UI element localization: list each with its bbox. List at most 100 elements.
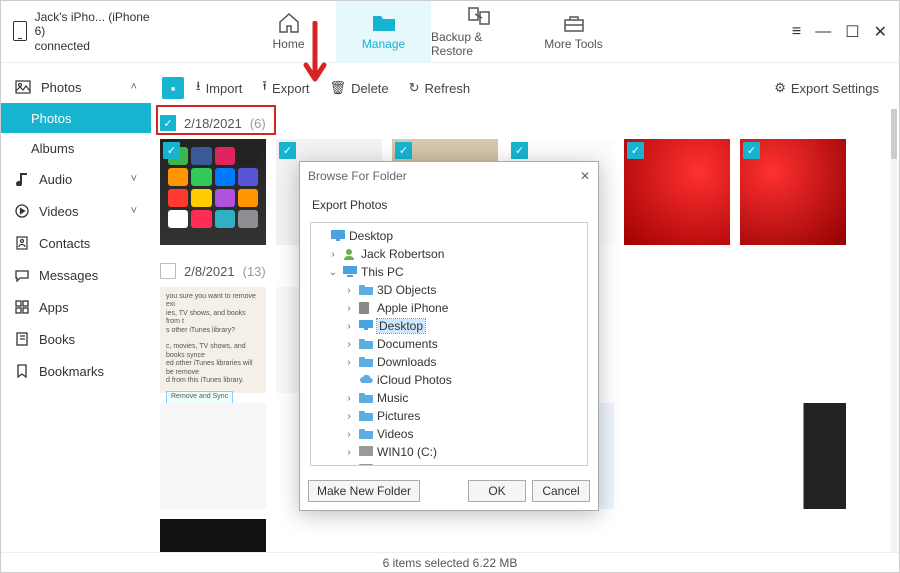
collapse-icon[interactable]: ⌄ (327, 267, 339, 278)
expand-icon[interactable]: › (343, 285, 355, 296)
import-icon: ⭳ (196, 77, 201, 99)
audio-icon (15, 172, 29, 186)
nav-backup[interactable]: Backup & Restore (431, 1, 526, 63)
scrollbar-thumb[interactable] (891, 109, 897, 159)
user-icon (343, 248, 357, 260)
sidebar-audio-label: Audio (39, 172, 72, 187)
minimize-button[interactable]: — (815, 23, 831, 41)
gear-icon: ⚙ (774, 80, 786, 96)
expand-icon[interactable]: › (343, 339, 355, 350)
export-button[interactable]: ⭱ Export (254, 74, 317, 102)
nav-manage[interactable]: Manage (336, 1, 431, 63)
close-button[interactable]: ✕ (874, 22, 887, 42)
folder-icon (359, 392, 373, 404)
group-date: 2/18/2021 (184, 116, 242, 131)
desktop-icon (331, 230, 345, 242)
select-all-checkbox[interactable]: ▪ (162, 77, 184, 99)
photo-thumbnail[interactable] (624, 403, 730, 509)
contacts-icon (15, 236, 29, 250)
drive-icon (359, 464, 373, 466)
expand-icon[interactable]: › (343, 321, 355, 332)
photo-thumbnail[interactable] (740, 403, 846, 509)
expand-icon[interactable]: › (343, 429, 355, 440)
folder-icon (371, 12, 397, 34)
expand-icon[interactable]: › (343, 303, 355, 314)
sidebar-bookmarks-label: Bookmarks (39, 364, 104, 379)
sidebar-item-messages[interactable]: Messages (1, 259, 151, 291)
dialog-subtitle: Export Photos (300, 190, 598, 216)
ok-button[interactable]: OK (468, 480, 526, 502)
photo-thumbnail[interactable]: ✓ (740, 139, 846, 245)
photo-thumbnail[interactable]: ✓ (624, 139, 730, 245)
check-icon: ✓ (395, 142, 412, 159)
sidebar-item-bookmarks[interactable]: Bookmarks (1, 355, 151, 387)
phone-icon (13, 21, 27, 41)
delete-button[interactable]: 🗑 Delete (322, 74, 397, 102)
photo-group-header[interactable]: ✓ 2/18/2021 (6) (156, 109, 893, 137)
group-checkbox-checked[interactable]: ✓ (160, 115, 176, 131)
check-icon: ✓ (163, 142, 180, 159)
sidebar-item-apps[interactable]: Apps (1, 291, 151, 323)
sidebar-sub-photos[interactable]: Photos (1, 103, 151, 133)
photo-thumbnail[interactable]: you sure you want to remove exiies, TV s… (160, 287, 266, 393)
sidebar-contacts-label: Contacts (39, 236, 90, 251)
photo-thumbnail[interactable] (160, 519, 266, 552)
group-date: 2/8/2021 (184, 264, 235, 279)
expand-icon[interactable]: › (343, 357, 355, 368)
books-icon (15, 332, 29, 346)
group-checkbox-unchecked[interactable] (160, 263, 176, 279)
cancel-button[interactable]: Cancel (532, 480, 590, 502)
import-button[interactable]: ⭳ Import (188, 74, 250, 102)
group-count: (13) (243, 264, 266, 279)
dialog-close-button[interactable]: ✕ (580, 169, 590, 183)
scrollbar[interactable] (891, 109, 897, 552)
cloud-icon (359, 374, 373, 386)
sidebar-sub-albums[interactable]: Albums (1, 133, 151, 163)
photos-icon (15, 80, 31, 94)
expand-icon[interactable]: › (343, 465, 355, 467)
make-new-folder-button[interactable]: Make New Folder (308, 480, 420, 502)
backup-icon (466, 5, 492, 27)
nav-tools-label: More Tools (544, 37, 602, 51)
expand-icon[interactable]: › (327, 249, 339, 260)
expand-icon[interactable]: › (343, 411, 355, 422)
folder-icon (359, 338, 373, 350)
photo-thumbnail[interactable] (740, 287, 846, 393)
folder-tree[interactable]: Desktop ›Jack Robertson ⌄This PC ›3D Obj… (310, 222, 588, 466)
bookmarks-icon (15, 364, 29, 378)
nav-backup-label: Backup & Restore (431, 30, 526, 58)
photo-thumbnail[interactable]: ✓ (160, 139, 266, 245)
phone-icon (359, 302, 373, 314)
check-icon: ✓ (627, 142, 644, 159)
expand-icon[interactable]: › (343, 393, 355, 404)
pc-icon (343, 266, 357, 278)
sidebar-photos-label: Photos (41, 80, 81, 95)
nav-home[interactable]: Home (241, 1, 336, 63)
trash-icon: 🗑 (330, 80, 347, 96)
status-text: 6 items selected 6.22 MB (383, 556, 518, 570)
sidebar-item-books[interactable]: Books (1, 323, 151, 355)
sidebar-apps-label: Apps (39, 300, 69, 315)
photo-thumbnail[interactable] (160, 403, 266, 509)
check-icon: ✓ (511, 142, 528, 159)
folder-icon (359, 410, 373, 422)
expand-icon[interactable]: › (343, 447, 355, 458)
nav-tools[interactable]: More Tools (526, 1, 621, 63)
sidebar-item-videos[interactable]: Videos ˅ (1, 195, 151, 227)
home-icon (276, 12, 302, 34)
device-name: Jack's iPho... (iPhone 6) (35, 10, 159, 39)
chevron-down-icon: ˅ (131, 205, 137, 217)
menu-icon[interactable]: ≡ (792, 23, 801, 41)
export-settings-button[interactable]: ⚙ Export Settings (766, 74, 887, 102)
sidebar-messages-label: Messages (39, 268, 98, 283)
drive-icon (359, 446, 373, 458)
maximize-button[interactable]: ☐ (845, 22, 859, 42)
sidebar-item-photos[interactable]: Photos ˄ (1, 71, 151, 103)
sidebar-item-audio[interactable]: Audio ˅ (1, 163, 151, 195)
photo-thumbnail[interactable] (624, 287, 730, 393)
apps-icon (15, 300, 29, 314)
chevron-up-icon: ˄ (131, 81, 137, 93)
refresh-button[interactable]: ↻ Refresh (401, 74, 478, 102)
sidebar-item-contacts[interactable]: Contacts (1, 227, 151, 259)
sidebar-videos-label: Videos (39, 204, 79, 219)
